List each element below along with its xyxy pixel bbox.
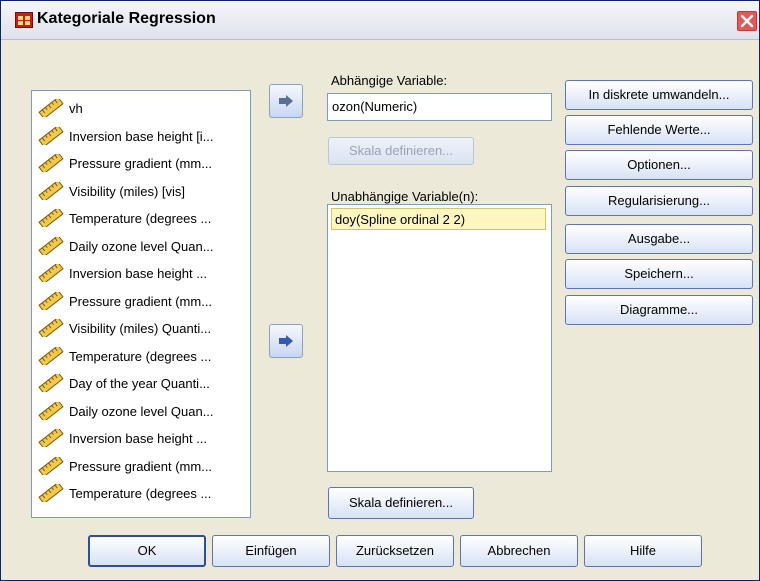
ruler-icon <box>38 399 64 423</box>
variable-label: Inversion base height ... <box>69 431 208 446</box>
variable-label: Inversion base height [i... <box>69 128 214 144</box>
dialog-window: Kategoriale Regression vh Inversion base … <box>0 0 760 581</box>
ruler-icon <box>38 261 64 285</box>
output-button[interactable]: Ausgabe... <box>565 224 753 254</box>
dependent-variable-label: Abhängige Variable: <box>331 73 448 88</box>
dependent-scale-button[interactable]: Skala definieren... <box>328 137 474 165</box>
variable-label: Pressure gradient (mm... <box>69 458 213 474</box>
cancel-button[interactable]: Abbrechen <box>460 535 578 567</box>
window-title: Kategoriale Regression <box>37 10 216 27</box>
arrow-right-icon <box>279 95 293 107</box>
dependent-variable-value: ozon(Numeric) <box>332 99 418 114</box>
variable-list-item[interactable]: Pressure gradient (mm... <box>38 151 248 175</box>
ruler-icon <box>38 179 64 203</box>
variable-label: Pressure gradient (mm... <box>69 293 213 309</box>
variable-label: Pressure gradient (mm... <box>69 156 213 171</box>
ruler-icon <box>38 96 64 120</box>
variable-label: Temperature (degrees ... <box>69 211 212 226</box>
variable-list-item[interactable]: Inversion base height ... <box>38 261 248 285</box>
ruler-icon <box>38 371 64 395</box>
variable-list-item[interactable]: vh <box>38 96 248 120</box>
variable-list-item[interactable]: Inversion base height ... <box>38 426 248 450</box>
close-x-icon <box>740 14 754 28</box>
ruler-icon <box>38 426 64 450</box>
variable-list-item[interactable]: Visibility (miles) Quanti... <box>38 316 248 340</box>
variable-list-item[interactable]: Daily ozone level Quan... <box>38 399 248 423</box>
variable-label: Temperature (degrees ... <box>69 486 212 501</box>
variable-label: Day of the year Quanti... <box>69 376 210 391</box>
ruler-icon <box>38 289 64 313</box>
variable-label: Inversion base height ... <box>69 266 208 281</box>
variable-list-item[interactable]: Day of the year Quanti... <box>38 371 248 395</box>
charts-button[interactable]: Diagramme... <box>565 295 753 325</box>
ruler-icon <box>38 454 64 478</box>
variable-list-item[interactable]: Pressure gradient (mm... <box>38 454 248 478</box>
variable-label: vh <box>69 101 83 116</box>
close-button[interactable] <box>737 11 757 31</box>
variable-list-item[interactable]: Temperature (degrees ... <box>38 206 248 230</box>
dependent-variable-field[interactable]: ozon(Numeric) <box>327 93 552 121</box>
variable-list-item[interactable]: Pressure gradient (mm... <box>38 289 248 313</box>
move-to-independent-button[interactable] <box>269 324 303 358</box>
independent-variables-label: Unabhängige Variable(n): <box>331 189 479 204</box>
options-button[interactable]: Optionen... <box>565 150 753 180</box>
source-variable-list[interactable]: vh Inversion base height [i... Pressure gr… <box>31 90 251 518</box>
variable-label: Visibility (miles) [vis] <box>69 183 186 199</box>
variable-list-item[interactable]: Daily ozone level Quan... <box>38 234 248 258</box>
variable-label: Visibility (miles) Quanti... <box>69 321 212 336</box>
variable-label: Daily ozone level Quan... <box>69 403 214 419</box>
missing-values-button[interactable]: Fehlende Werte... <box>565 115 753 145</box>
grid-table-icon <box>15 12 33 28</box>
help-button[interactable]: Hilfe <box>584 535 702 567</box>
move-to-dependent-button[interactable] <box>269 84 303 118</box>
variable-list-item[interactable]: Temperature (degrees ... <box>38 481 248 505</box>
ruler-icon <box>38 481 64 505</box>
ruler-icon <box>38 151 64 175</box>
ruler-icon <box>38 206 64 230</box>
discretize-button[interactable]: In diskrete umwandeln... <box>565 80 753 110</box>
variable-list-item[interactable]: Temperature (degrees ... <box>38 344 248 368</box>
reset-button[interactable]: Zurücksetzen <box>336 535 454 567</box>
title-bar[interactable]: Kategoriale Regression <box>1 1 759 40</box>
ruler-icon <box>38 344 64 368</box>
variable-label: Temperature (degrees ... <box>69 348 212 364</box>
ok-button[interactable]: OK <box>88 535 206 567</box>
variable-list-item[interactable]: Visibility (miles) [vis] <box>38 179 248 203</box>
variable-list-item[interactable]: Inversion base height [i... <box>38 124 248 148</box>
independent-scale-button[interactable]: Skala definieren... <box>328 487 474 519</box>
ruler-icon <box>38 316 64 340</box>
ruler-icon <box>38 234 64 258</box>
ruler-icon <box>38 124 64 148</box>
save-button[interactable]: Speichern... <box>565 259 753 289</box>
independent-variable-item[interactable]: doy(Spline ordinal 2 2) <box>331 208 546 230</box>
paste-button[interactable]: Einfügen <box>212 535 330 567</box>
variable-label: Daily ozone level Quan... <box>69 238 214 254</box>
arrow-right-icon <box>279 335 293 347</box>
regularization-button[interactable]: Regularisierung... <box>565 186 753 216</box>
independent-variables-list[interactable]: doy(Spline ordinal 2 2) <box>327 204 552 472</box>
